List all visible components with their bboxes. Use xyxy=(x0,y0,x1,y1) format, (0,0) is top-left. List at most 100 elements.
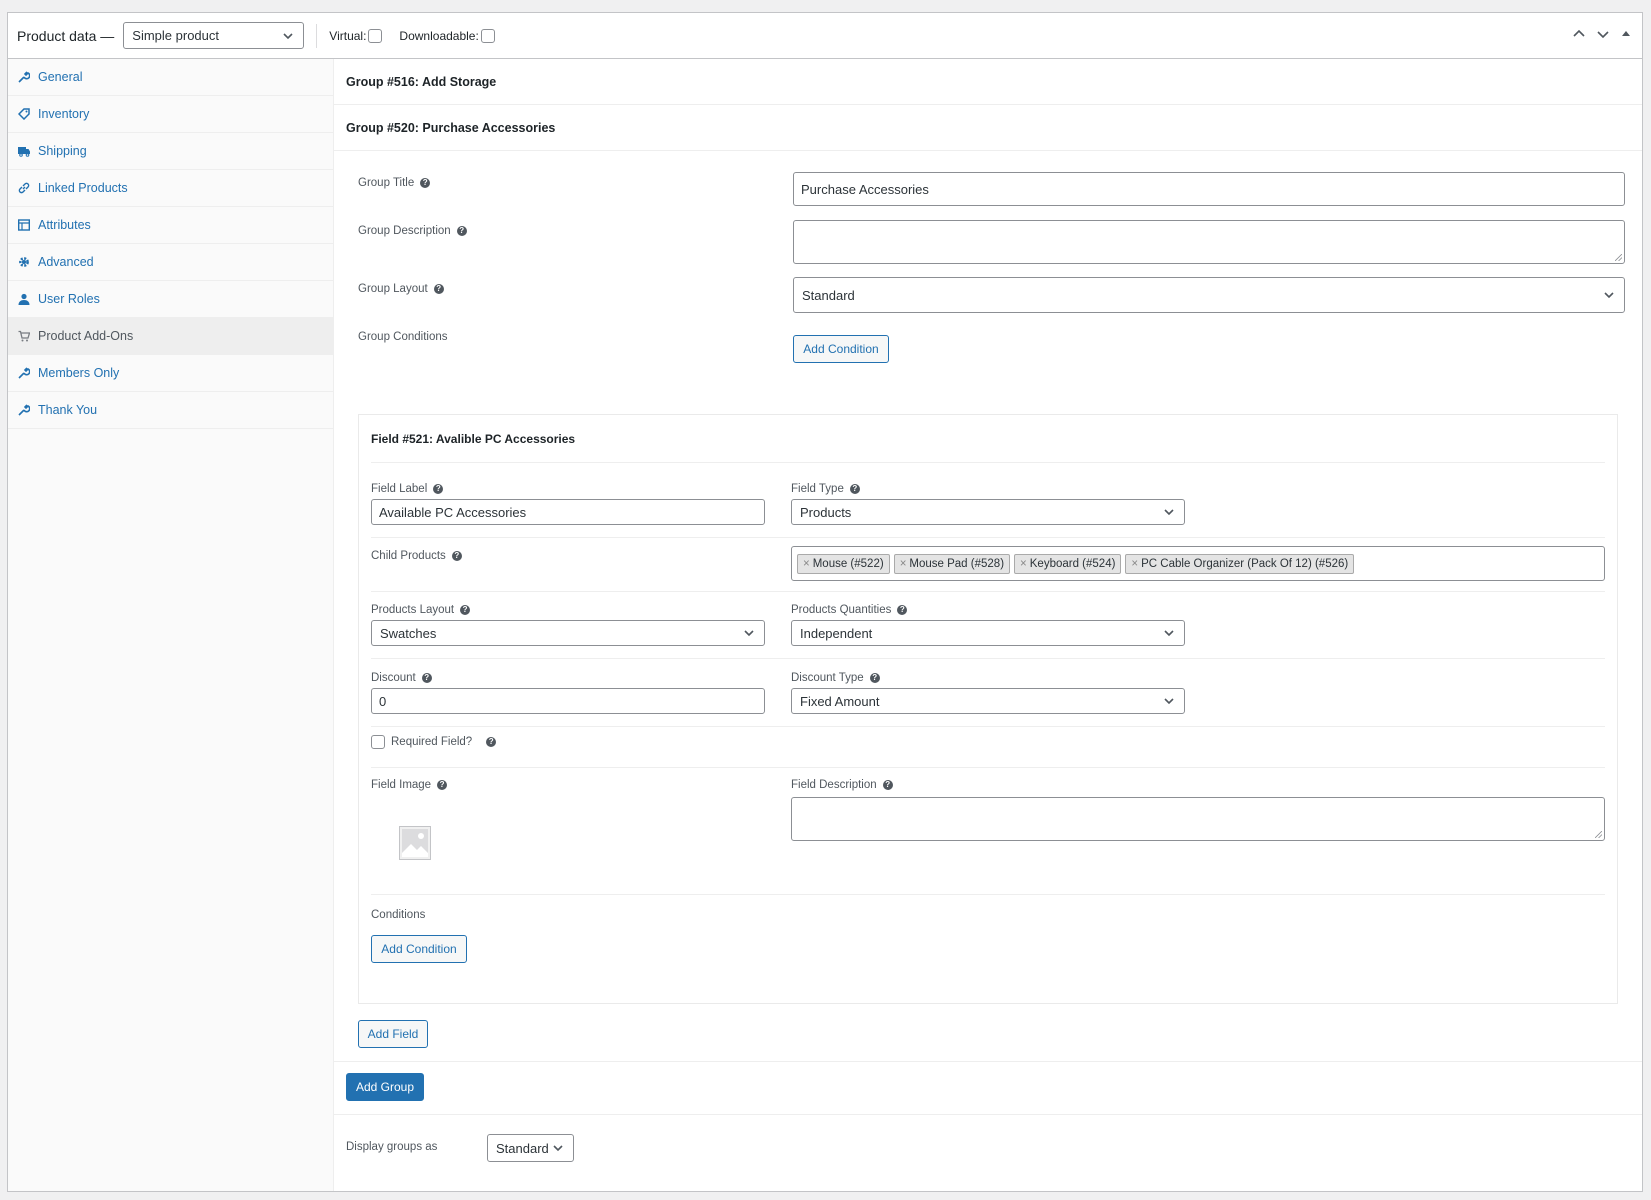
discount-input[interactable]: 0 xyxy=(371,688,765,714)
collapse-toggle-icon[interactable] xyxy=(1620,28,1632,40)
gear-icon xyxy=(18,256,30,268)
select-value: Fixed Amount xyxy=(800,693,880,709)
child-product-chip[interactable]: × Mouse Pad (#528) xyxy=(893,553,1011,574)
tab-inventory[interactable]: Inventory xyxy=(8,96,333,133)
tab-attributes[interactable]: Attributes xyxy=(8,207,333,244)
discount-type-label: Discount Type ? xyxy=(791,672,880,684)
help-icon[interactable]: ? xyxy=(421,673,432,683)
divider xyxy=(371,726,1605,727)
label-text: Child Products xyxy=(371,550,446,562)
tab-label: Linked Products xyxy=(38,181,128,195)
label-text: Field Type xyxy=(791,483,844,495)
chevron-down-icon xyxy=(744,630,754,637)
field-description-textarea[interactable] xyxy=(791,797,1605,841)
remove-icon[interactable]: × xyxy=(803,558,810,570)
label-text: Field Description xyxy=(791,779,877,791)
help-icon[interactable]: ? xyxy=(456,226,467,236)
group-header-add-storage[interactable]: Group #516: Add Storage xyxy=(334,59,1642,105)
help-icon[interactable]: ? xyxy=(433,284,444,294)
product-data-tabs: General Inventory Shipping Linked Produc… xyxy=(8,59,334,1191)
chevron-down-icon xyxy=(1164,630,1174,637)
child-product-chip[interactable]: × Keyboard (#524) xyxy=(1014,553,1122,574)
help-icon[interactable]: ? xyxy=(433,484,444,494)
tab-label: Shipping xyxy=(38,144,87,158)
chip-label: Mouse Pad (#528) xyxy=(909,557,1005,570)
group-description-label: Group Description ? xyxy=(358,225,467,237)
required-field-checkbox[interactable] xyxy=(371,735,385,749)
add-ons-panel: Group #516: Add Storage Group #520: Purc… xyxy=(334,59,1642,1191)
help-icon[interactable]: ? xyxy=(451,551,462,561)
tag-icon xyxy=(18,108,30,120)
child-product-chip[interactable]: × PC Cable Organizer (Pack Of 12) (#526) xyxy=(1125,553,1355,574)
help-icon[interactable]: ? xyxy=(849,484,860,494)
add-group-button[interactable]: Add Group xyxy=(346,1073,424,1101)
products-layout-label: Products Layout ? xyxy=(371,604,471,616)
downloadable-checkbox[interactable] xyxy=(480,28,495,43)
group-title-input[interactable]: Purchase Accessories xyxy=(793,172,1625,206)
chip-label: PC Cable Organizer (Pack Of 12) (#526) xyxy=(1141,557,1349,570)
divider xyxy=(371,462,1605,463)
child-product-chip[interactable]: × Mouse (#522) xyxy=(797,553,890,574)
field-image-placeholder-icon[interactable] xyxy=(399,826,431,860)
tab-user-roles[interactable]: User Roles xyxy=(8,281,333,318)
divider xyxy=(371,591,1605,592)
tab-linked-products[interactable]: Linked Products xyxy=(8,170,333,207)
tab-shipping[interactable]: Shipping xyxy=(8,133,333,170)
wrench-icon xyxy=(18,404,30,416)
tab-label: Attributes xyxy=(38,218,91,232)
add-group-condition-button[interactable]: Add Condition xyxy=(793,335,889,363)
move-down-icon[interactable] xyxy=(1596,27,1610,41)
tab-product-add-ons[interactable]: Product Add-Ons xyxy=(8,318,333,355)
tab-members-only[interactable]: Members Only xyxy=(8,355,333,392)
resize-handle-icon[interactable] xyxy=(1595,831,1602,838)
product-data-header: Product data — Simple product Virtual: D… xyxy=(8,13,1642,59)
select-value: Swatches xyxy=(380,625,437,641)
group-description-textarea[interactable] xyxy=(793,220,1625,264)
help-icon[interactable]: ? xyxy=(420,178,431,188)
label-text: Field Image xyxy=(371,779,432,791)
add-field-condition-button[interactable]: Add Condition xyxy=(371,935,467,963)
tab-label: Members Only xyxy=(38,366,120,380)
field-label-input[interactable]: Available PC Accessories xyxy=(371,499,765,525)
remove-icon[interactable]: × xyxy=(1131,558,1138,570)
products-quantities-select[interactable]: Independent xyxy=(791,620,1185,646)
remove-icon[interactable]: × xyxy=(900,558,907,570)
tab-general[interactable]: General xyxy=(8,59,333,96)
tab-advanced[interactable]: Advanced xyxy=(8,244,333,281)
field-type-select[interactable]: Products xyxy=(791,499,1185,525)
chevron-down-icon xyxy=(1164,698,1174,705)
tab-label: General xyxy=(38,70,83,84)
help-icon[interactable]: ? xyxy=(882,780,893,790)
field-label-label: Field Label ? xyxy=(371,483,444,495)
table-icon xyxy=(18,219,30,231)
tab-thank-you[interactable]: Thank You xyxy=(8,392,333,429)
product-type-select[interactable]: Simple product xyxy=(123,22,305,49)
resize-handle-icon[interactable] xyxy=(1615,254,1622,261)
help-icon[interactable]: ? xyxy=(460,605,471,615)
label-text: Group Layout xyxy=(358,283,428,295)
virtual-checkbox[interactable] xyxy=(368,28,383,43)
field-heading[interactable]: Field #521: Avalible PC Accessories xyxy=(371,432,575,446)
help-icon[interactable]: ? xyxy=(437,780,448,790)
display-groups-select[interactable]: Standard xyxy=(487,1134,574,1162)
add-field-button[interactable]: Add Field xyxy=(358,1020,428,1048)
remove-icon[interactable]: × xyxy=(1020,558,1027,570)
link-icon xyxy=(18,182,30,194)
group-layout-select[interactable]: Standard xyxy=(793,277,1625,313)
divider xyxy=(334,1061,1642,1062)
discount-type-select[interactable]: Fixed Amount xyxy=(791,688,1185,714)
help-icon[interactable]: ? xyxy=(869,673,880,683)
label-text: Discount Type xyxy=(791,672,864,684)
label-text: Products Quantities xyxy=(791,604,892,616)
help-icon[interactable]: ? xyxy=(897,605,908,615)
move-up-icon[interactable] xyxy=(1572,27,1586,41)
downloadable-option: Downloadable: xyxy=(399,28,495,43)
product-type-value: Simple product xyxy=(132,28,219,43)
child-products-multiselect[interactable]: × Mouse (#522) × Mouse Pad (#528) × Keyboar… xyxy=(791,546,1605,581)
tab-label: Inventory xyxy=(38,107,90,121)
help-icon[interactable]: ? xyxy=(486,737,497,747)
select-value: Standard xyxy=(802,287,855,303)
products-layout-select[interactable]: Swatches xyxy=(371,620,765,646)
group-header-purchase-accessories[interactable]: Group #520: Purchase Accessories xyxy=(334,105,1642,151)
field-type-label: Field Type ? xyxy=(791,483,860,495)
